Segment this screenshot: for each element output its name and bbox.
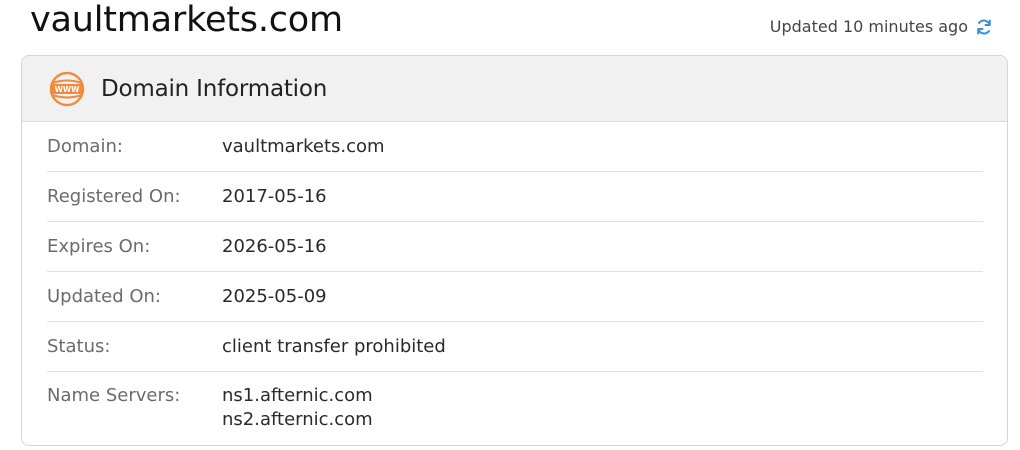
updated-text: Updated 10 minutes ago: [769, 17, 968, 36]
row-value: vaultmarkets.com: [222, 136, 385, 157]
row-label: Expires On:: [47, 236, 151, 257]
page: vaultmarkets.com Updated 10 minutes ago …: [0, 0, 1020, 450]
row-label: Name Servers:: [47, 385, 181, 406]
row-value: 2025-05-09: [222, 286, 327, 307]
row-label: Registered On:: [47, 186, 181, 207]
row-label: Domain:: [47, 136, 123, 157]
row-value: 2017-05-16: [222, 186, 327, 207]
info-row-name-servers: Name Servers: ns1.afternic.com ns2.after…: [47, 372, 983, 432]
svg-text:WWW: WWW: [55, 85, 81, 94]
name-server: ns2.afternic.com: [222, 409, 373, 430]
update-status: Updated 10 minutes ago: [770, 16, 994, 38]
page-title: vaultmarkets.com: [30, 0, 343, 40]
domain-info-card: WWW Domain Information Domain: vaultmark…: [21, 55, 1008, 446]
info-row-status: Status: client transfer prohibited: [47, 322, 983, 372]
refresh-icon[interactable]: [974, 17, 994, 37]
name-server: ns1.afternic.com: [222, 385, 373, 406]
row-value: 2026-05-16: [222, 236, 327, 257]
row-label: Updated On:: [47, 286, 161, 307]
row-label: Status:: [47, 336, 111, 357]
www-icon: WWW: [48, 70, 86, 108]
card-title: Domain Information: [101, 75, 328, 102]
row-value: client transfer prohibited: [222, 336, 446, 357]
info-row-expires: Expires On: 2026-05-16: [47, 222, 983, 272]
info-row-domain: Domain: vaultmarkets.com: [47, 122, 983, 172]
name-server-list: ns1.afternic.com ns2.afternic.com: [222, 384, 373, 432]
info-rows: Domain: vaultmarkets.com Registered On: …: [22, 122, 1007, 432]
card-header: WWW Domain Information: [22, 56, 1007, 122]
info-row-updated: Updated On: 2025-05-09: [47, 272, 983, 322]
info-row-registered: Registered On: 2017-05-16: [47, 172, 983, 222]
